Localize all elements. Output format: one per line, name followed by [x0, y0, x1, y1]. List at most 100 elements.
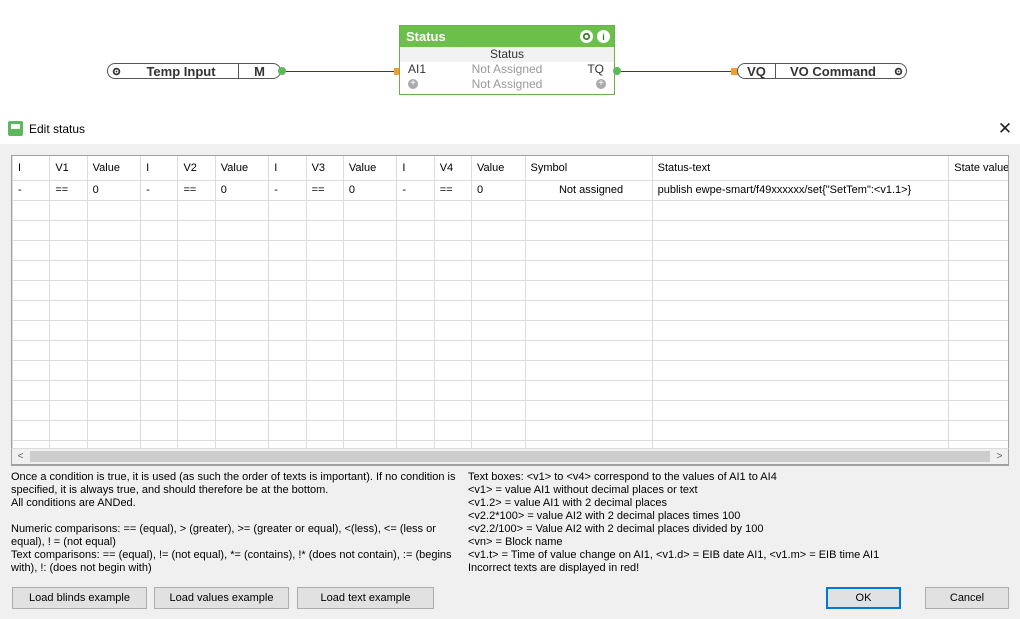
table-cell[interactable]: [268, 359, 307, 381]
table-cell[interactable]: [214, 359, 270, 381]
table-cell[interactable]: [342, 319, 398, 341]
table-cell[interactable]: [433, 399, 473, 421]
table-cell[interactable]: [342, 299, 398, 321]
table-cell[interactable]: [12, 419, 51, 441]
table-cell[interactable]: [49, 199, 88, 221]
table-cell[interactable]: [86, 319, 142, 341]
table-cell[interactable]: [305, 419, 344, 441]
table-cell[interactable]: [342, 199, 398, 221]
table-cell[interactable]: [342, 339, 398, 361]
table-cell[interactable]: [471, 339, 526, 361]
table-cell[interactable]: [268, 219, 307, 241]
table-cell[interactable]: [433, 259, 473, 281]
column-header[interactable]: V4: [433, 156, 473, 181]
table-cell[interactable]: ==: [177, 179, 216, 201]
table-cell[interactable]: -: [140, 179, 179, 201]
table-row[interactable]: [12, 419, 1008, 441]
table-cell[interactable]: [651, 259, 950, 281]
column-header[interactable]: Value: [471, 156, 526, 181]
table-cell[interactable]: [433, 299, 473, 321]
table-cell[interactable]: [396, 359, 435, 381]
info-icon[interactable]: i: [597, 30, 610, 43]
table-cell[interactable]: [177, 279, 216, 301]
table-cell[interactable]: [524, 219, 653, 241]
table-cell[interactable]: [433, 319, 473, 341]
table-cell[interactable]: [214, 379, 270, 401]
table-cell[interactable]: -: [12, 179, 51, 201]
table-cell[interactable]: [651, 419, 950, 441]
table-cell[interactable]: [214, 339, 270, 361]
table-cell[interactable]: [948, 259, 1008, 281]
table-cell[interactable]: [342, 239, 398, 261]
table-cell[interactable]: [948, 199, 1008, 221]
table-row[interactable]: [12, 319, 1008, 341]
table-cell[interactable]: [49, 319, 88, 341]
output-port-tq[interactable]: [613, 67, 621, 75]
table-cell[interactable]: [948, 359, 1008, 381]
table-cell[interactable]: [140, 239, 179, 261]
table-cell[interactable]: [305, 259, 344, 281]
table-cell[interactable]: [433, 199, 473, 221]
table-cell[interactable]: 0: [342, 179, 398, 201]
table-cell[interactable]: [471, 299, 526, 321]
table-cell[interactable]: [948, 179, 1008, 201]
table-cell[interactable]: [177, 419, 216, 441]
table-cell[interactable]: [396, 339, 435, 361]
scroll-thumb[interactable]: [30, 451, 990, 462]
table-cell[interactable]: [268, 259, 307, 281]
table-cell[interactable]: [396, 279, 435, 301]
table-cell[interactable]: [12, 219, 51, 241]
table-cell[interactable]: [140, 419, 179, 441]
table-cell[interactable]: [49, 299, 88, 321]
table-cell[interactable]: [342, 219, 398, 241]
table-cell[interactable]: [433, 379, 473, 401]
table-cell[interactable]: [948, 339, 1008, 361]
table-cell[interactable]: -: [396, 179, 435, 201]
table-cell[interactable]: [49, 339, 88, 361]
table-cell[interactable]: [651, 299, 950, 321]
table-cell[interactable]: [49, 219, 88, 241]
column-header[interactable]: State value: [948, 156, 1008, 181]
column-header[interactable]: V1: [49, 156, 88, 181]
table-cell[interactable]: 0: [86, 179, 142, 201]
table-cell[interactable]: [12, 379, 51, 401]
table-cell[interactable]: [524, 399, 653, 421]
table-cell[interactable]: [214, 259, 270, 281]
table-cell[interactable]: ==: [305, 179, 344, 201]
table-cell[interactable]: [140, 219, 179, 241]
table-cell[interactable]: [86, 219, 142, 241]
table-cell[interactable]: [305, 299, 344, 321]
output-port-m[interactable]: [278, 67, 286, 75]
table-cell[interactable]: [86, 239, 142, 261]
table-cell[interactable]: [305, 359, 344, 381]
table-cell[interactable]: [214, 399, 270, 421]
table-cell[interactable]: [305, 199, 344, 221]
table-cell[interactable]: [471, 399, 526, 421]
table-cell[interactable]: [471, 219, 526, 241]
table-cell[interactable]: [86, 199, 142, 221]
table-cell[interactable]: [651, 279, 950, 301]
table-cell[interactable]: ==: [49, 179, 88, 201]
table-cell[interactable]: [268, 339, 307, 361]
table-cell[interactable]: [305, 319, 344, 341]
table-cell[interactable]: [268, 319, 307, 341]
table-cell[interactable]: [471, 379, 526, 401]
table-cell[interactable]: [948, 239, 1008, 261]
horizontal-scrollbar[interactable]: < >: [11, 448, 1009, 465]
table-cell[interactable]: [177, 319, 216, 341]
table-cell[interactable]: [651, 199, 950, 221]
table-cell[interactable]: [140, 379, 179, 401]
table-cell[interactable]: [342, 419, 398, 441]
table-cell[interactable]: [651, 219, 950, 241]
column-header[interactable]: Symbol: [524, 156, 653, 181]
table-cell[interactable]: [140, 339, 179, 361]
table-cell[interactable]: [49, 379, 88, 401]
table-cell[interactable]: [524, 339, 653, 361]
table-cell[interactable]: [86, 379, 142, 401]
table-cell[interactable]: [342, 279, 398, 301]
status-block[interactable]: Status i Status Not Assigned AI1 TQ + No…: [399, 25, 615, 95]
table-cell[interactable]: [140, 279, 179, 301]
table-cell[interactable]: [140, 199, 179, 221]
table-cell[interactable]: ==: [433, 179, 473, 201]
column-header[interactable]: Value: [86, 156, 142, 181]
